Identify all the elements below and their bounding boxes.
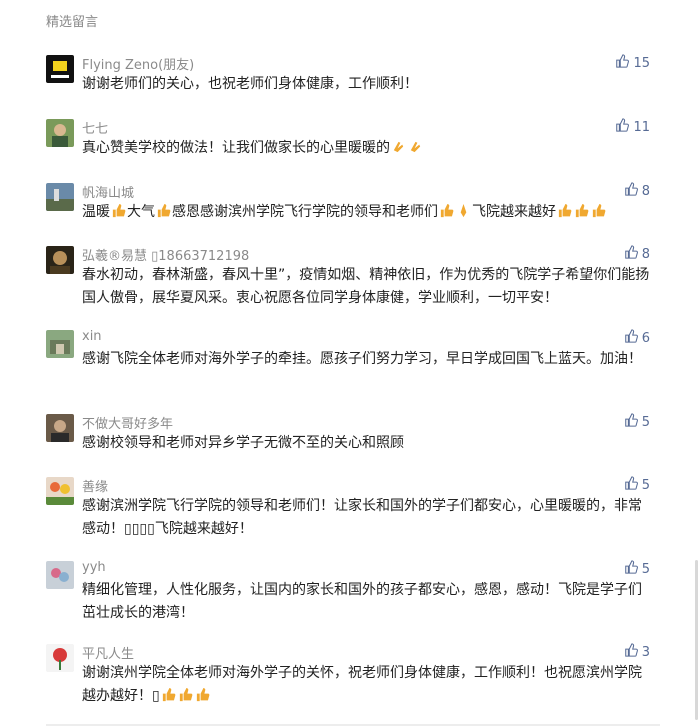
divider [46,724,660,726]
comment-text: 真心赞美学校的做法！让我们做家长的心里暖暖的 [82,137,652,160]
avatar[interactable] [46,561,74,589]
avatar[interactable] [46,644,74,672]
thumbs-up-emoji [178,687,193,702]
thumbs-up-emoji [156,203,171,218]
thumbs-up-icon [624,182,638,200]
like-count: 5 [641,561,650,577]
like-button[interactable]: 6 [624,329,650,347]
comment-text: 感谢滨洲学院飞行学院的领导和老师们！让家长和国外的学子们都安心，心里暖暖的，非常… [82,498,642,537]
comment-text: 温暖 大气 感恩感谢滨州学院飞行学院的领导和老师们 飞院越来越好 [82,201,652,224]
avatar[interactable] [46,477,74,505]
comment-item: 善缘 5 感谢滨洲学院飞行学院的领导和老师们！让家长和国外的学子们都安心，心里暖… [0,476,700,557]
like-count: 8 [641,183,650,199]
comment-nickname[interactable]: 弘羲®易慧 ▯18663712198 [82,245,249,264]
thumbs-up-emoji [161,687,176,702]
clap-emoji [408,139,423,154]
avatar[interactable] [46,330,74,358]
comment-nickname[interactable]: 帆海山城 [82,182,134,201]
thumbs-up-icon [624,643,638,661]
thumbs-up-icon [624,413,638,431]
comment-item: 平凡人生 3 谢谢滨州学院全体老师对海外学子的关怀，祝老师们身体健康，工作顺利！… [0,643,700,724]
like-count: 15 [633,55,650,71]
thumbs-up-icon [624,329,638,347]
like-count: 5 [641,477,650,493]
comment-nickname[interactable]: 善缘 [82,476,108,495]
comment-text: 春水初动，春林渐盛，春风十里”，疫情如烟、精神依旧，作为优秀的飞院学子希望你们能… [82,267,650,306]
like-button[interactable]: 5 [624,413,650,431]
thumbs-up-emoji [591,203,606,218]
thumbs-up-icon [615,54,630,72]
thumbs-up-emoji [195,687,210,702]
like-button[interactable]: 3 [624,643,650,661]
comment-text: 谢谢滨州学院全体老师对海外学子的关怀，祝老师们身体健康，工作顺利！也祝愿滨州学院… [82,665,642,704]
comments-panel: 精选留言 Flying Zeno(朋友) 15 谢谢老师们的关心，也祝老师们身体… [0,0,700,728]
pray-emoji [456,203,471,218]
scrollbar[interactable] [695,560,698,720]
avatar[interactable] [46,119,74,147]
thumbs-up-emoji [557,203,572,218]
like-button[interactable]: 8 [624,182,650,200]
avatar[interactable] [46,246,74,274]
avatar[interactable] [46,414,74,442]
avatar[interactable] [46,55,74,83]
comment-text: 谢谢老师们的关心，也祝老师们身体健康，工作顺利！ [82,76,418,92]
thumbs-up-icon [624,245,638,263]
comment-nickname[interactable]: 不做大哥好多年 [82,413,173,432]
like-count: 8 [641,246,650,262]
like-button[interactable]: 11 [615,118,650,136]
section-title: 精选留言 [46,15,99,30]
avatar[interactable] [46,183,74,211]
like-count: 6 [641,330,650,346]
comment-text: 精细化管理，人性化服务，让国内的家长和国外的孩子都安心，感恩，感动！飞院是学子们… [82,582,642,621]
like-count: 11 [633,119,650,135]
like-button[interactable]: 5 [624,476,650,494]
comment-nickname[interactable]: 平凡人生 [82,643,134,662]
comment-nickname[interactable]: yyh [82,560,106,575]
comment-nickname[interactable]: 七七 [82,118,108,137]
thumbs-up-icon [615,118,630,136]
thumbs-up-emoji [574,203,589,218]
like-button[interactable]: 5 [624,560,650,578]
thumbs-up-icon [624,476,638,494]
thumbs-up-emoji [111,203,126,218]
like-count: 3 [641,644,650,660]
thumbs-up-emoji [439,203,454,218]
comment-nickname[interactable]: Flying Zeno(朋友) [82,54,194,73]
comment-text: 感谢校领导和老师对异乡学子无微不至的关心和照顾 [82,435,404,451]
like-button[interactable]: 8 [624,245,650,263]
comment-item: xin 6 感谢飞院全体老师对海外学子的牵挂。愿孩子们努力学习，早日学成回国飞上… [0,329,700,410]
comment-text: 感谢飞院全体老师对海外学子的牵挂。愿孩子们努力学习，早日学成回国飞上蓝天。加油！ [82,351,642,367]
like-count: 5 [641,414,650,430]
like-button[interactable]: 15 [615,54,650,72]
comment-item: yyh 5 精细化管理，人性化服务，让国内的家长和国外的孩子都安心，感恩，感动！… [0,560,700,641]
comment-item: 弘羲®易慧 ▯18663712198 8 春水初动，春林渐盛，春风十里”，疫情如… [0,245,700,326]
comment-nickname[interactable]: xin [82,329,102,344]
clap-emoji [391,139,406,154]
thumbs-up-icon [624,560,638,578]
